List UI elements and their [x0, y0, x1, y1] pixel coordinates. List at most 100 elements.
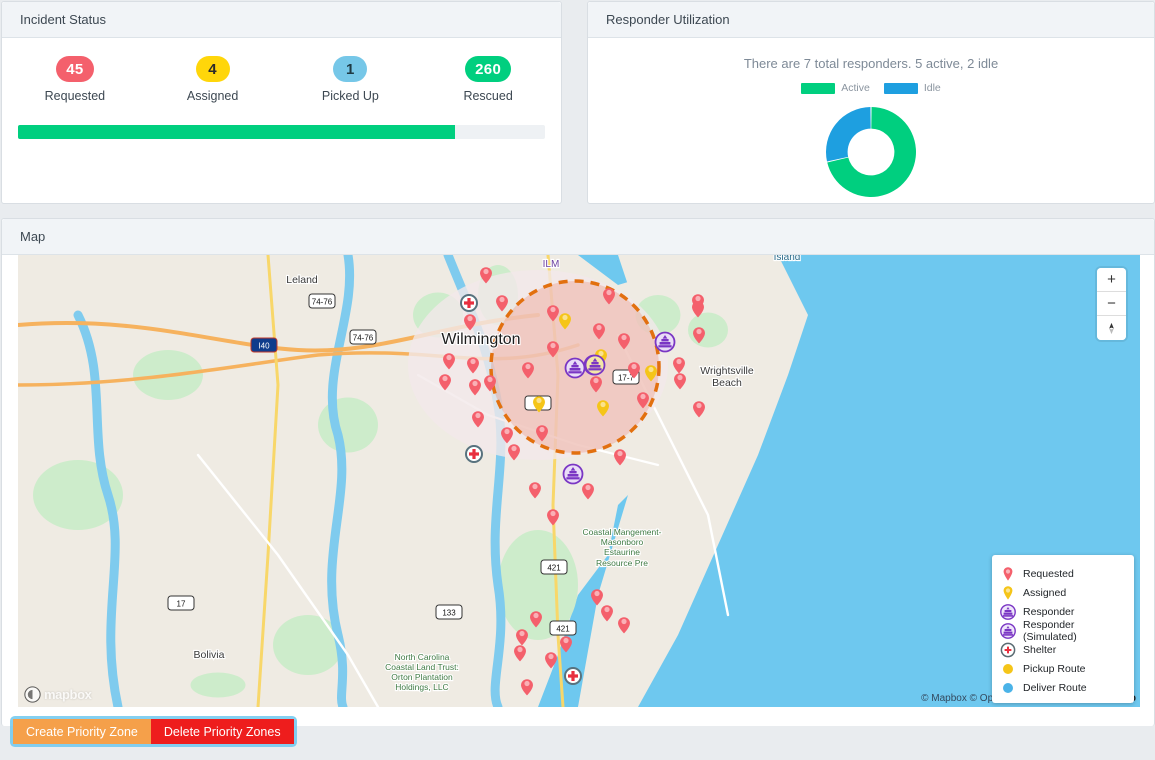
- zoom-out-icon[interactable]: −: [1097, 292, 1126, 316]
- map-legend-item: Shelter: [1000, 640, 1126, 659]
- create-priority-zone-button[interactable]: Create Priority Zone: [13, 719, 151, 744]
- map-legend-label: Assigned: [1023, 586, 1067, 599]
- stat-pickedup: 1 Picked Up: [282, 56, 420, 103]
- responder-marker[interactable]: [562, 463, 584, 485]
- map-body: Leland Wilmington ILM Wrightsville Beach Isla…: [2, 255, 1154, 727]
- map-action-buttons: Create Priority Zone Delete Priority Zon…: [13, 719, 294, 744]
- incident-status-header: Incident Status: [2, 2, 561, 38]
- responder-donut-chart: [826, 107, 916, 197]
- map-place-label: Beach: [712, 377, 742, 389]
- map-legend-item: Requested: [1000, 564, 1126, 583]
- svg-text:74-76: 74-76: [312, 298, 333, 307]
- shelter-icon: [1000, 642, 1016, 658]
- map-place-label: Island: [774, 255, 801, 263]
- stat-label: Requested: [44, 89, 106, 103]
- map-place-label: Wilmington: [441, 331, 520, 348]
- deliver-route-dot-icon: [1000, 680, 1016, 696]
- mapbox-mark-icon: [24, 686, 41, 703]
- donut-legend-item[interactable]: Idle: [883, 82, 941, 94]
- shelter-icon: [1000, 642, 1016, 657]
- map-panel: Map Leland Wilmington ILM Wrightsville Beach…: [1, 218, 1155, 726]
- map-place-label: Estaurine: [604, 547, 640, 557]
- responder-icon: [1000, 603, 1016, 620]
- stat-label: Assigned: [186, 89, 239, 103]
- responder-simulated-marker[interactable]: [584, 354, 606, 376]
- map-canvas[interactable]: Leland Wilmington ILM Wrightsville Beach Isla…: [18, 255, 1140, 707]
- stat-label: Rescued: [463, 89, 513, 103]
- map-header: Map: [2, 219, 1154, 255]
- stat-label: Picked Up: [321, 89, 379, 103]
- incident-stats-row: 45 Requested 4 Assigned 1 Picked Up 260 Rescued: [2, 38, 561, 103]
- map-legend-label: Pickup Route: [1023, 662, 1086, 675]
- map-legend-label: Deliver Route: [1023, 681, 1087, 694]
- stat-requested: 45 Requested: [6, 56, 144, 103]
- attrib-mapbox[interactable]: © Mapbox: [921, 693, 967, 704]
- requested-pin-icon: [1000, 566, 1016, 582]
- dashboard-page: Incident Status 45 Requested 4 Assigned 1 Pic…: [0, 0, 1155, 760]
- map-legend: Requested Assigned Responder Responder (Sim…: [992, 555, 1134, 703]
- shelter-marker[interactable]: [564, 667, 582, 685]
- mapbox-wordmark: mapbox: [44, 687, 92, 702]
- map-legend-label: Shelter: [1023, 643, 1057, 656]
- donut-legend-item[interactable]: Active: [801, 82, 870, 94]
- svg-text:I40: I40: [258, 342, 270, 351]
- map-legend-label: Responder: [1023, 605, 1075, 618]
- map-legend-item: Assigned: [1000, 583, 1126, 602]
- highway-shield: 17: [167, 595, 195, 611]
- highway-shield: 74-76: [349, 329, 377, 345]
- map-zoom-controls[interactable]: + −: [1097, 268, 1126, 340]
- svg-text:421: 421: [556, 625, 570, 634]
- responder-marker[interactable]: [654, 331, 676, 353]
- deliver-route-dot-icon: [1003, 682, 1013, 693]
- highway-shield: I40: [250, 337, 278, 353]
- assigned-pin-icon: [1003, 585, 1013, 600]
- map-place-label: North Carolina: [395, 652, 450, 662]
- shelter-marker[interactable]: [460, 294, 478, 312]
- mapbox-logo[interactable]: mapbox: [24, 686, 92, 703]
- map-legend-item: Pickup Route: [1000, 659, 1126, 678]
- highway-shield: 133: [435, 604, 463, 620]
- legend-label: Idle: [923, 82, 941, 94]
- delete-priority-zones-button[interactable]: Delete Priority Zones: [150, 719, 294, 744]
- zoom-in-icon[interactable]: +: [1097, 268, 1126, 292]
- donut-chart-legend: Active Idle: [588, 82, 1154, 94]
- incident-status-title: Incident Status: [20, 12, 106, 27]
- map-place-label: Holdings, LLC: [395, 682, 448, 692]
- assigned-pin-icon: [1000, 585, 1016, 601]
- incident-status-panel: Incident Status 45 Requested 4 Assigned 1 Pic…: [1, 1, 562, 204]
- legend-swatch-icon: [883, 82, 918, 94]
- responder-utilization-header: Responder Utilization: [588, 2, 1154, 38]
- svg-text:74-76: 74-76: [353, 334, 374, 343]
- map-place-label: Orton Plantation: [391, 672, 453, 682]
- responder-utilization-title: Responder Utilization: [606, 12, 730, 27]
- map-legend-item: Responder (Simulated): [1000, 618, 1126, 643]
- legend-swatch-icon: [801, 82, 836, 94]
- responder-simulated-icon: [1000, 622, 1016, 639]
- svg-text:17: 17: [177, 600, 186, 609]
- map-legend-label: Responder (Simulated): [1023, 618, 1077, 643]
- compass-icon[interactable]: [1097, 316, 1126, 340]
- responder-utilization-panel: Responder Utilization There are 7 total …: [587, 1, 1155, 204]
- highway-shield: 74-76: [308, 293, 336, 309]
- responder-marker[interactable]: [564, 357, 586, 379]
- stat-rescued: 260 Rescued: [419, 56, 557, 103]
- requested-pin-icon: [1003, 566, 1013, 581]
- svg-text:133: 133: [442, 609, 456, 618]
- responder-summary-text: There are 7 total responders. 5 active, …: [743, 56, 999, 71]
- map-title: Map: [20, 229, 46, 244]
- stat-badge: 4: [195, 56, 230, 82]
- map-legend-item: Deliver Route: [1000, 678, 1126, 697]
- map-place-label: Bolivia: [194, 649, 225, 661]
- map-place-label: Leland: [286, 274, 318, 286]
- legend-label: Active: [841, 82, 870, 94]
- responder-utilization-body: There are 7 total responders. 5 active, …: [588, 38, 1154, 202]
- rescue-progress-fill: [18, 125, 456, 139]
- shelter-marker[interactable]: [465, 445, 483, 463]
- map-place-label: Coastal Land Trust:: [385, 662, 459, 672]
- map-render[interactable]: Leland Wilmington ILM WrightsvilleBeach Isla…: [18, 255, 1140, 707]
- donut-slice-idle[interactable]: [826, 107, 871, 162]
- map-place-label: Masonboro: [601, 537, 644, 547]
- incident-status-body: 45 Requested 4 Assigned 1 Picked Up 260 Rescued: [2, 38, 561, 139]
- stat-badge: 1: [333, 56, 368, 82]
- pickup-route-dot-icon: [1000, 661, 1016, 677]
